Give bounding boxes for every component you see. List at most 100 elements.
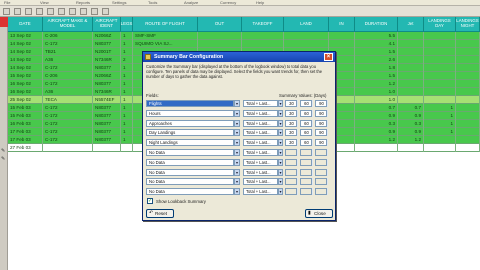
toolbar-button[interactable] [80, 8, 87, 15]
spinner-arrows[interactable] [311, 139, 313, 147]
timeframe-select[interactable]: Total + Last... [243, 109, 278, 117]
chevron-down-icon[interactable]: ▾ [278, 129, 283, 137]
field-select[interactable]: Approaches [146, 119, 234, 127]
spinner-arrows[interactable] [296, 129, 298, 137]
menu-item-reports[interactable]: Reports [76, 0, 90, 5]
menu-item-tools[interactable]: Tools [148, 0, 157, 5]
toolbar-button[interactable] [47, 8, 54, 15]
toolbar-button[interactable] [102, 8, 109, 15]
spinner-arrows[interactable] [311, 158, 313, 166]
spinner-arrows[interactable] [311, 149, 313, 156]
chevron-down-icon[interactable]: ▾ [278, 109, 283, 117]
column-header[interactable]: Jet [398, 17, 424, 32]
chevron-down-icon[interactable]: ▾ [278, 188, 283, 196]
chevron-down-icon[interactable]: ▾ [278, 158, 283, 166]
column-header[interactable]: DATE [8, 17, 43, 32]
logbook-tab-indicator[interactable] [0, 17, 8, 27]
column-header[interactable]: LAND [284, 17, 329, 32]
spinner-arrows[interactable] [326, 149, 328, 156]
toolbar-button[interactable] [36, 8, 43, 15]
spinner-arrows[interactable] [311, 188, 313, 196]
chevron-down-icon[interactable]: ▾ [278, 178, 283, 186]
timeframe-select[interactable]: Total + Last... [243, 188, 278, 196]
spinner-arrows[interactable] [326, 119, 328, 127]
chevron-down-icon[interactable]: ▾ [234, 100, 240, 107]
spinner-arrows[interactable] [326, 139, 328, 147]
chevron-down-icon[interactable]: ▾ [234, 188, 240, 196]
spinner-arrows[interactable] [326, 129, 328, 137]
timeframe-select[interactable]: Total + Last... [243, 149, 278, 156]
spinner-arrows[interactable] [296, 168, 298, 176]
chevron-down-icon[interactable]: ▾ [234, 149, 240, 156]
spinner-arrows[interactable] [311, 100, 313, 107]
chevron-down-icon[interactable]: ▾ [234, 158, 240, 166]
column-header[interactable]: TAKEOFF [242, 17, 284, 32]
toolbar-button[interactable] [69, 8, 76, 15]
timeframe-select[interactable]: Total + Last... [243, 158, 278, 166]
toolbar-button[interactable] [58, 8, 65, 15]
column-header[interactable]: AIRCRAFT MAKE & MODEL [43, 17, 93, 32]
spinner-arrows[interactable] [326, 100, 328, 107]
spinner-arrows[interactable] [311, 129, 313, 137]
timeframe-select[interactable]: Total + Last... [243, 100, 278, 107]
chevron-down-icon[interactable]: ▾ [278, 119, 283, 127]
chevron-down-icon[interactable]: ▾ [278, 139, 283, 147]
spinner-arrows[interactable] [311, 109, 313, 117]
spinner-arrows[interactable] [326, 109, 328, 117]
chevron-down-icon[interactable]: ▾ [278, 100, 283, 107]
chevron-down-icon[interactable]: ▾ [234, 168, 240, 176]
spinner-arrows[interactable] [296, 178, 298, 186]
field-select[interactable]: Day Landings [146, 129, 234, 137]
chevron-down-icon[interactable]: ▾ [278, 149, 283, 156]
column-header[interactable]: LANDINGS NIGHT [456, 17, 480, 32]
spinner-arrows[interactable] [296, 188, 298, 196]
table-row[interactable]: 14 Sep 02 C-172 N80377 1 SQUIMO VIA SJ... 4.1 [8, 40, 480, 48]
spinner-arrows[interactable] [296, 149, 298, 156]
spinner-arrows[interactable] [311, 119, 313, 127]
spinner-arrows[interactable] [326, 188, 328, 196]
timeframe-select[interactable]: Total + Last... [243, 119, 278, 127]
spinner-arrows[interactable] [326, 168, 328, 176]
timeframe-select[interactable]: Total + Last... [243, 139, 278, 147]
chevron-down-icon[interactable]: ▾ [234, 119, 240, 127]
column-header[interactable]: LANDINGS DAY [424, 17, 456, 32]
lookback-checkbox[interactable]: ✓ [147, 198, 153, 204]
field-select[interactable]: Flights [146, 100, 234, 107]
chevron-down-icon[interactable]: ▾ [278, 168, 283, 176]
spinner-arrows[interactable] [326, 178, 328, 186]
toolbar-button[interactable] [91, 8, 98, 15]
column-header[interactable]: ROUTE OF FLIGHT [133, 17, 198, 32]
column-header[interactable]: DURATION [355, 17, 398, 32]
menu-item-currency[interactable]: Currency [220, 0, 236, 5]
column-header[interactable]: LEGS [121, 17, 133, 32]
spinner-arrows[interactable] [296, 139, 298, 147]
spinner-arrows[interactable] [296, 119, 298, 127]
menu-item-help[interactable]: Help [256, 0, 264, 5]
field-select[interactable]: No Data [146, 149, 234, 156]
menu-item-file[interactable]: File [4, 0, 10, 5]
chevron-down-icon[interactable]: ▾ [234, 139, 240, 147]
column-header[interactable]: OUT [198, 17, 242, 32]
chevron-down-icon[interactable]: ▾ [234, 178, 240, 186]
column-header[interactable]: IN [329, 17, 355, 32]
reset-button[interactable]: ↶ Reset [146, 209, 174, 218]
timeframe-select[interactable]: Total + Last... [243, 129, 278, 137]
menu-item-view[interactable]: View [40, 0, 49, 5]
table-row[interactable]: 13 Sep 02 C-206 N2066Z 1 SMF-SMF 5.5 [8, 32, 480, 40]
close-button[interactable]: ▮ Close [305, 209, 333, 218]
field-select[interactable]: No Data [146, 178, 234, 186]
timeframe-select[interactable]: Total + Last... [243, 178, 278, 186]
toolbar-button[interactable] [3, 8, 10, 15]
chevron-down-icon[interactable]: ▾ [234, 109, 240, 117]
close-icon[interactable]: × [324, 53, 333, 61]
toolbar-button[interactable] [25, 8, 32, 15]
toolbar-button[interactable] [14, 8, 21, 15]
spinner-arrows[interactable] [296, 109, 298, 117]
field-select[interactable]: No Data [146, 168, 234, 176]
spinner-arrows[interactable] [311, 168, 313, 176]
field-select[interactable]: No Data [146, 188, 234, 196]
spinner-arrows[interactable] [326, 158, 328, 166]
field-select[interactable]: Night Landings [146, 139, 234, 147]
spinner-arrows[interactable] [296, 158, 298, 166]
column-header[interactable]: AIRCRAFT IDENT [93, 17, 121, 32]
